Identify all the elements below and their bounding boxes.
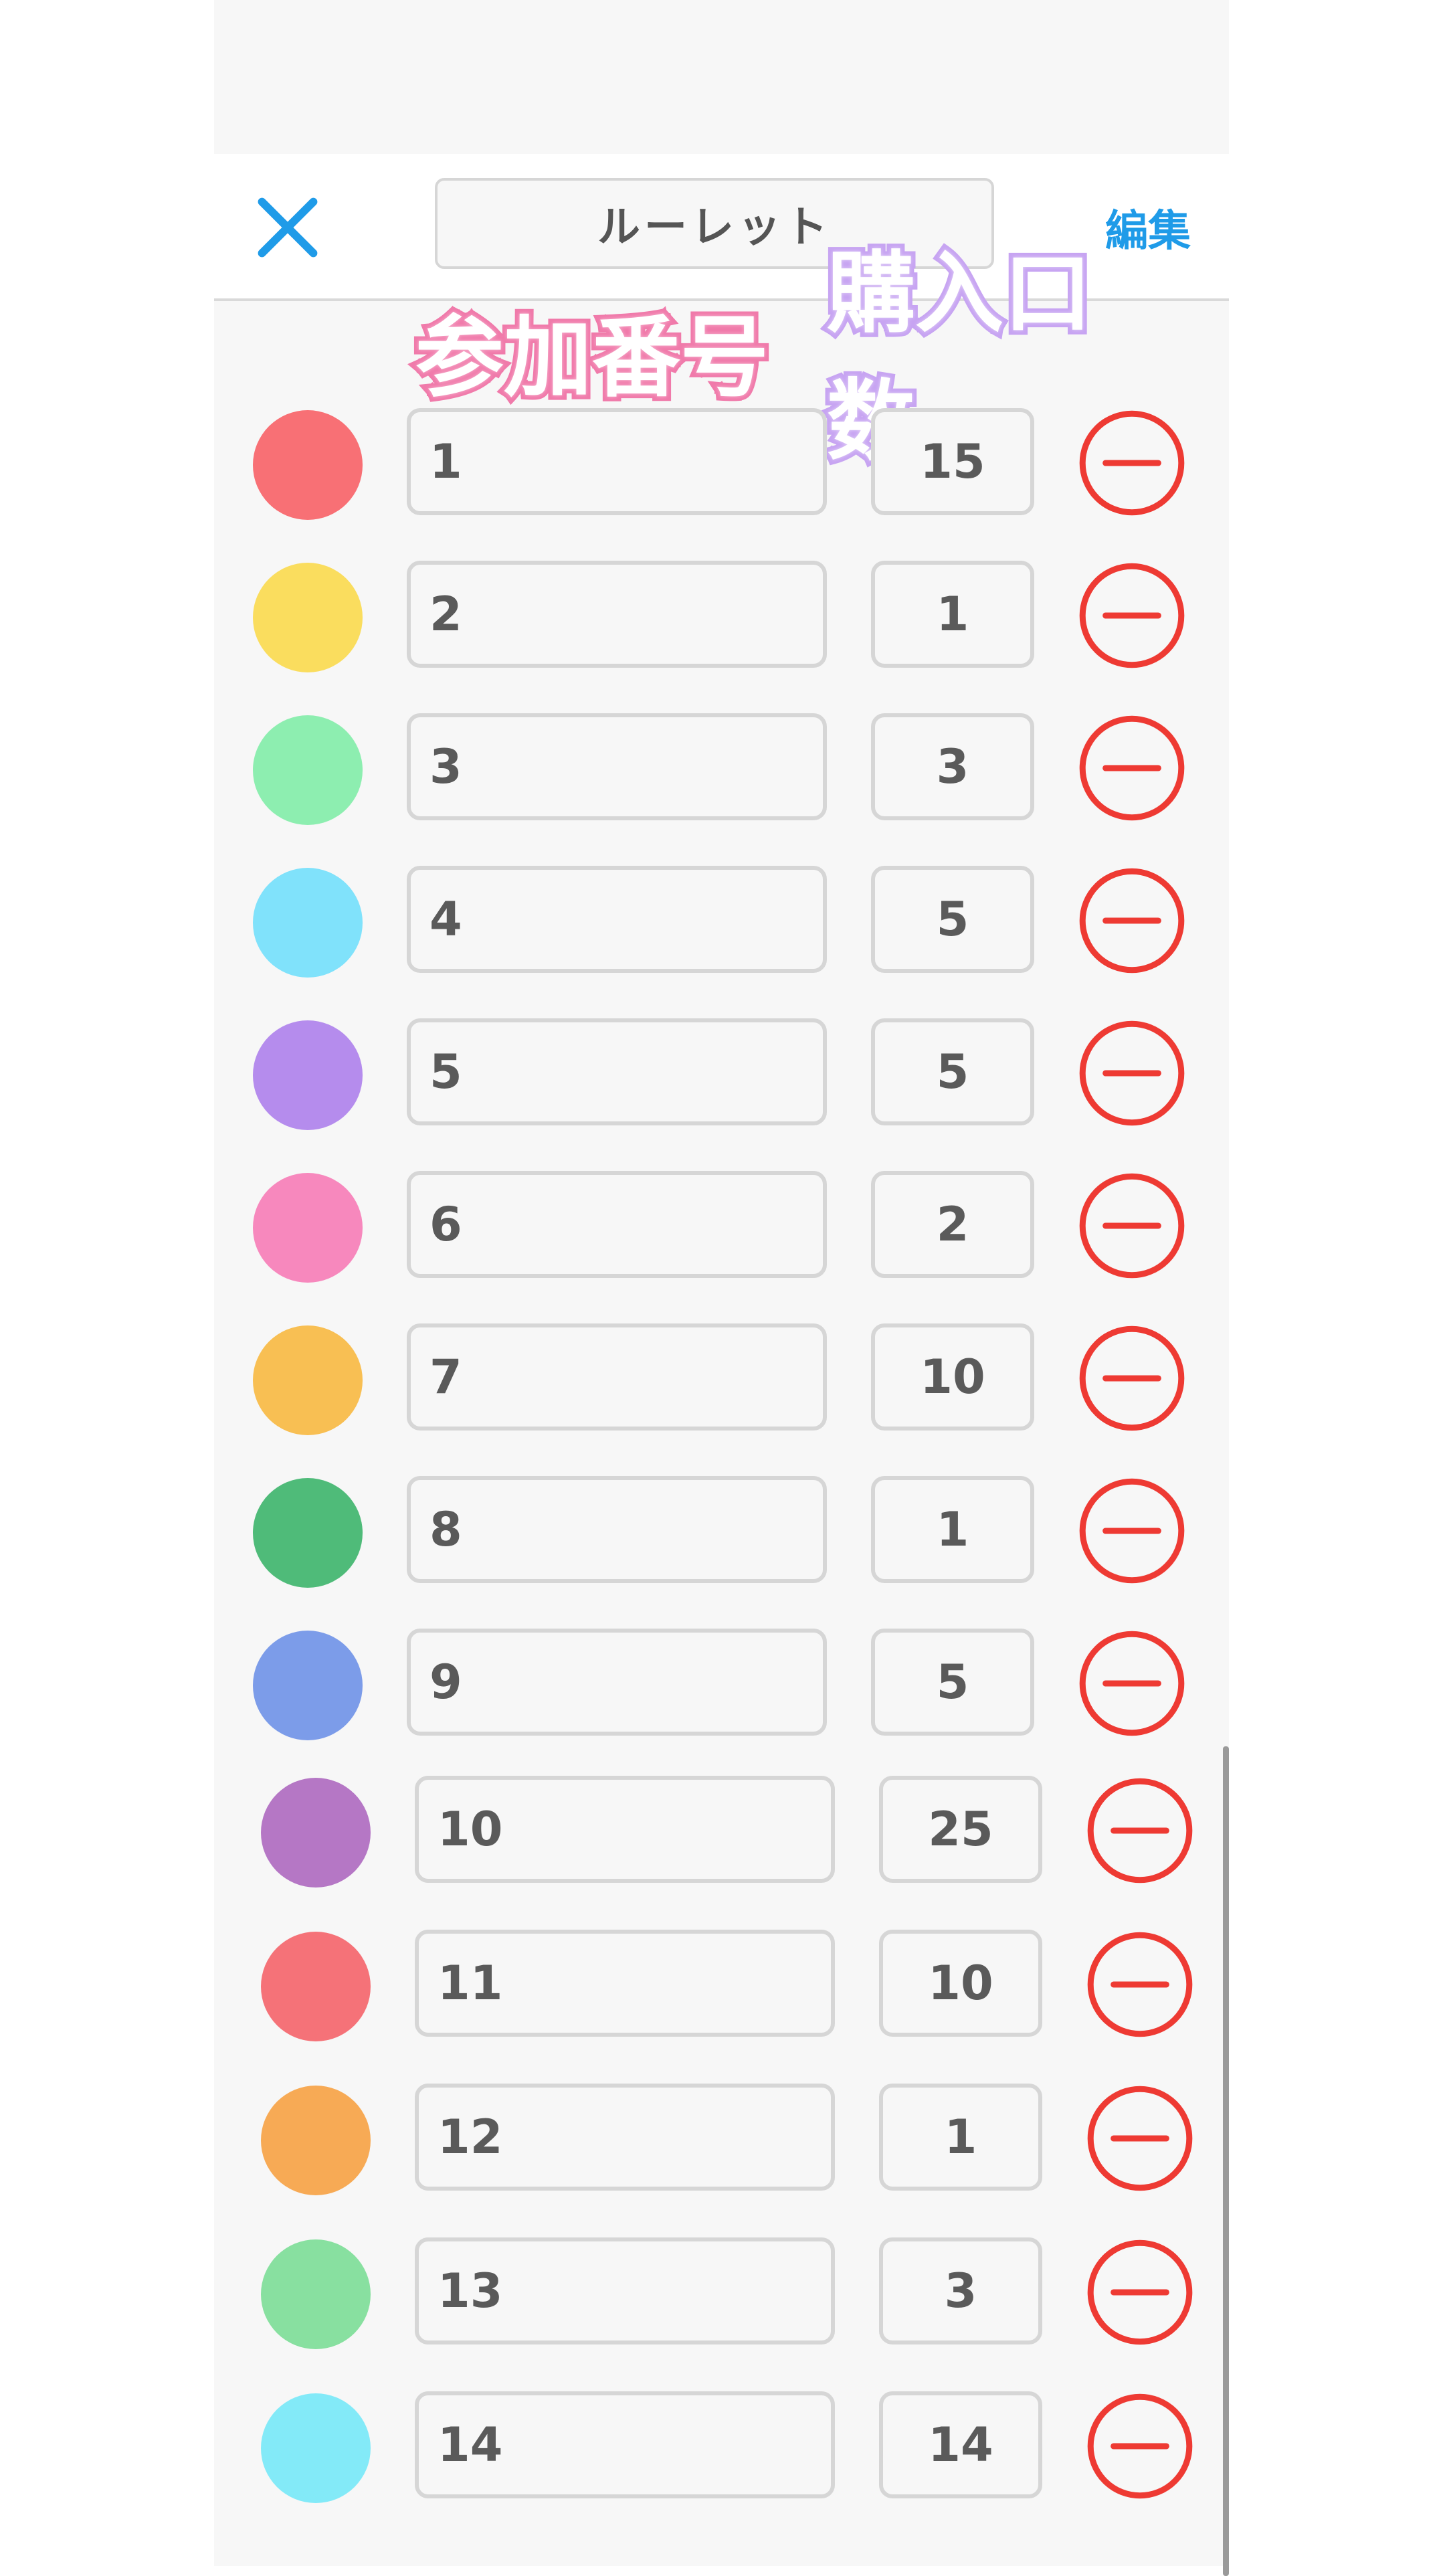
remove-entry-button[interactable] <box>1085 2391 1195 2501</box>
color-swatch[interactable] <box>253 868 363 978</box>
entry-row: 45 <box>0 866 1443 980</box>
participant-number-field[interactable]: 4 <box>407 866 827 973</box>
color-swatch[interactable] <box>261 2086 371 2195</box>
entry-row: 95 <box>0 1629 1443 1742</box>
color-swatch[interactable] <box>253 1325 363 1435</box>
color-swatch[interactable] <box>261 2239 371 2349</box>
minus-circle-icon <box>1079 868 1185 974</box>
color-swatch[interactable] <box>253 563 363 672</box>
participant-number-field[interactable]: 10 <box>415 1776 835 1883</box>
color-swatch[interactable] <box>261 1932 371 2041</box>
color-swatch[interactable] <box>261 1778 371 1888</box>
entry-row: 81 <box>0 1476 1443 1590</box>
minus-circle-icon <box>1079 1478 1185 1584</box>
close-icon <box>258 197 318 258</box>
remove-entry-button[interactable] <box>1077 408 1187 518</box>
participant-number-field[interactable]: 9 <box>407 1629 827 1736</box>
color-swatch[interactable] <box>253 1478 363 1588</box>
participant-number-field[interactable]: 6 <box>407 1171 827 1278</box>
entry-row: 7 10 <box>0 1323 1443 1437</box>
remove-entry-button[interactable] <box>1077 1018 1187 1128</box>
minus-circle-icon <box>1087 2393 1193 2499</box>
participant-number-field[interactable]: 13 <box>415 2237 835 2344</box>
participant-number-field[interactable]: 1 <box>407 408 827 515</box>
entry-row: 33 <box>0 713 1443 827</box>
purchase-count-field[interactable]: 3 <box>871 713 1034 820</box>
minus-circle-icon <box>1087 1932 1193 2037</box>
minus-circle-icon <box>1079 410 1185 516</box>
purchase-count-field[interactable]: 1 <box>871 1476 1034 1583</box>
remove-entry-button[interactable] <box>1077 1476 1187 1586</box>
purchase-count-field[interactable]: 3 <box>879 2237 1042 2344</box>
participant-number-field[interactable]: 8 <box>407 1476 827 1583</box>
purchase-count-field[interactable]: 5 <box>871 1629 1034 1736</box>
color-swatch[interactable] <box>253 410 363 520</box>
minus-circle-icon <box>1087 1778 1193 1883</box>
participant-number-header: 参加番号 <box>411 302 773 414</box>
entry-row: 21 <box>0 561 1443 674</box>
purchase-count-field[interactable]: 15 <box>871 408 1034 515</box>
participant-number-field[interactable]: 12 <box>415 2084 835 2191</box>
purchase-count-field[interactable]: 25 <box>879 1776 1042 1883</box>
participant-number-field[interactable]: 11 <box>415 1930 835 2037</box>
minus-circle-icon <box>1079 563 1185 668</box>
entry-row: 55 <box>0 1018 1443 1132</box>
scrollbar[interactable] <box>1223 1746 1229 2576</box>
participant-number-field[interactable]: 3 <box>407 713 827 820</box>
minus-circle-icon <box>1079 1631 1185 1736</box>
purchase-count-field[interactable]: 10 <box>871 1323 1034 1431</box>
close-button[interactable] <box>248 187 328 268</box>
minus-circle-icon <box>1087 2239 1193 2345</box>
remove-entry-button[interactable] <box>1077 1171 1187 1281</box>
purchase-count-field[interactable]: 2 <box>871 1171 1034 1278</box>
purchase-count-field[interactable]: 14 <box>879 2391 1042 2498</box>
purchase-count-header: 購入口数 <box>822 238 1096 478</box>
purchase-count-field[interactable]: 1 <box>879 2084 1042 2191</box>
remove-entry-button[interactable] <box>1085 2237 1195 2347</box>
minus-circle-icon <box>1079 715 1185 821</box>
remove-entry-button[interactable] <box>1077 1629 1187 1738</box>
remove-entry-button[interactable] <box>1085 2084 1195 2193</box>
color-swatch[interactable] <box>253 1173 363 1283</box>
purchase-count-field[interactable]: 10 <box>879 1930 1042 2037</box>
minus-circle-icon <box>1079 1173 1185 1279</box>
color-swatch[interactable] <box>253 1020 363 1130</box>
color-swatch[interactable] <box>253 1631 363 1740</box>
entry-row: 62 <box>0 1171 1443 1285</box>
minus-circle-icon <box>1079 1020 1185 1126</box>
participant-number-field[interactable]: 7 <box>407 1323 827 1431</box>
remove-entry-button[interactable] <box>1085 1776 1195 1885</box>
remove-entry-button[interactable] <box>1077 1323 1187 1433</box>
remove-entry-button[interactable] <box>1085 1930 1195 2039</box>
participant-number-field[interactable]: 5 <box>407 1018 827 1125</box>
entry-row: 1 15 <box>0 408 1443 522</box>
purchase-count-field[interactable]: 5 <box>871 866 1034 973</box>
remove-entry-button[interactable] <box>1077 866 1187 976</box>
remove-entry-button[interactable] <box>1077 561 1187 670</box>
minus-circle-icon <box>1087 2086 1193 2191</box>
purchase-count-field[interactable]: 1 <box>871 561 1034 668</box>
remove-entry-button[interactable] <box>1077 713 1187 823</box>
color-swatch[interactable] <box>253 715 363 825</box>
purchase-count-field[interactable]: 5 <box>871 1018 1034 1125</box>
participant-number-field[interactable]: 14 <box>415 2391 835 2498</box>
participant-number-field[interactable]: 2 <box>407 561 827 668</box>
minus-circle-icon <box>1079 1325 1185 1431</box>
color-swatch[interactable] <box>261 2393 371 2503</box>
